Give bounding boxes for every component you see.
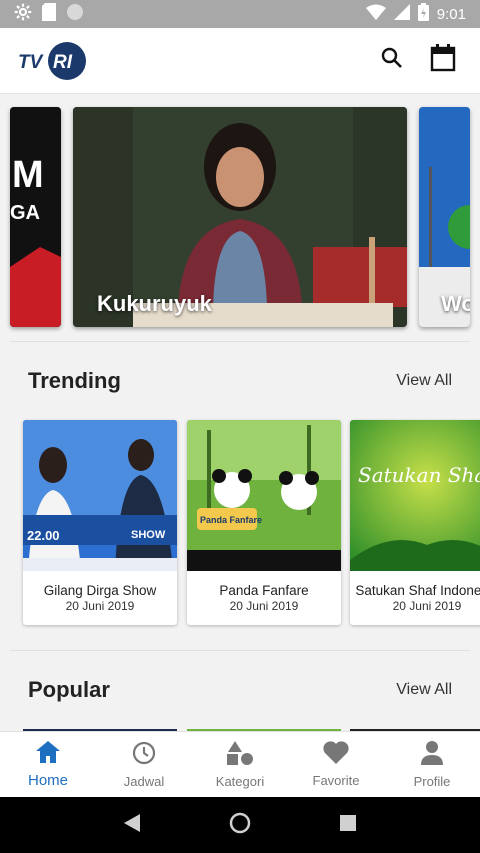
slide-prev-art: M GA xyxy=(10,107,61,327)
svg-text:RI: RI xyxy=(53,52,73,73)
home-icon xyxy=(36,740,60,768)
tvri-logo-graphic: TV RI xyxy=(18,41,86,80)
card-title: Satukan Shaf Indonesia xyxy=(355,583,480,598)
tvri-logo[interactable]: TV RI xyxy=(18,40,88,82)
popular-header: Popular View All xyxy=(0,651,480,729)
signal-icon xyxy=(393,4,410,24)
card-date: 20 Juni 2019 xyxy=(392,599,462,613)
status-left xyxy=(14,2,84,26)
trending-card[interactable]: Panda Fanfare Panda Fanfare 20 Juni 2019 xyxy=(187,420,341,625)
trending-card[interactable]: 22.00 SHOW Gilang Dirga Show 20 Juni 201… xyxy=(23,420,177,625)
thumb-time-text: 22.00 xyxy=(27,528,60,543)
back-icon[interactable] xyxy=(124,813,141,837)
thumb-badge-text: SHOW xyxy=(131,529,166,541)
bottom-navigation: Home Jadwal Kategori Favorite Profile xyxy=(0,731,480,797)
system-navigation-bar xyxy=(0,797,480,853)
nav-favorite[interactable]: Favorite xyxy=(288,732,384,797)
status-time: 9:01 xyxy=(436,5,466,23)
card-date: 20 Juni 2019 xyxy=(229,599,299,613)
card-date: 20 Juni 2019 xyxy=(65,599,135,613)
status-bar: 9:01 xyxy=(0,0,480,28)
trending-list[interactable]: 22.00 SHOW Gilang Dirga Show 20 Juni 201… xyxy=(0,420,480,650)
nav-profile-label: Profile xyxy=(413,773,451,789)
recents-icon[interactable] xyxy=(339,814,356,836)
carousel-slide-next[interactable]: Wo xyxy=(419,107,470,327)
trending-header: Trending View All xyxy=(0,342,480,420)
app-screen: 9:01 TV RI M GA Kukuruyuk Wo Trending Vi… xyxy=(0,0,480,853)
nav-jadwal-label: Jadwal xyxy=(123,773,165,789)
carousel-slide-prev[interactable]: M GA xyxy=(10,107,61,327)
nav-favorite-label: Favorite xyxy=(312,773,360,788)
nav-profile[interactable]: Profile xyxy=(384,732,480,797)
app-actions xyxy=(380,44,462,77)
calendar-icon[interactable] xyxy=(430,44,456,77)
shapes-icon xyxy=(227,740,253,770)
svg-text:GA: GA xyxy=(10,202,40,224)
nav-home-label: Home xyxy=(27,771,68,789)
thumb-satukan-text: Satukan Shaf Indonesia xyxy=(358,463,480,487)
circle-status-icon xyxy=(66,3,84,26)
nav-home[interactable]: Home xyxy=(0,732,96,797)
nav-kategori-label: Kategori xyxy=(215,773,265,789)
svg-text:TV: TV xyxy=(18,52,44,73)
search-icon[interactable] xyxy=(380,46,404,75)
card-thumbnail: Satukan Shaf Indonesia xyxy=(350,420,480,571)
status-right: 9:01 xyxy=(365,3,466,25)
svg-text:M: M xyxy=(12,154,44,196)
featured-carousel[interactable]: M GA Kukuruyuk Wo xyxy=(0,95,480,341)
battery-icon xyxy=(417,3,429,25)
person-icon xyxy=(421,740,443,770)
card-thumbnail: 22.00 SHOW xyxy=(23,420,177,571)
slide-title: Kukuruyuk xyxy=(97,291,212,316)
card-thumbnail: Panda Fanfare xyxy=(187,420,341,571)
sd-card-icon xyxy=(42,2,56,26)
wifi-icon xyxy=(365,4,386,24)
popular-title: Popular xyxy=(28,677,110,702)
home-content[interactable]: M GA Kukuruyuk Wo Trending View All 22.0… xyxy=(0,95,480,731)
nav-jadwal[interactable]: Jadwal xyxy=(96,732,192,797)
card-title: Panda Fanfare xyxy=(219,583,309,598)
popular-view-all-link[interactable]: View All xyxy=(396,681,452,699)
thumb-gilang-art: 22.00 SHOW xyxy=(23,420,177,571)
trending-title: Trending xyxy=(28,368,121,393)
thumb-satukan-art: Satukan Shaf Indonesia xyxy=(350,420,480,571)
thumb-panda-text: Panda Fanfare xyxy=(200,515,262,525)
carousel-slide-kukuruyuk[interactable]: Kukuruyuk xyxy=(73,107,407,327)
home-button-icon[interactable] xyxy=(229,812,251,839)
trending-view-all-link[interactable]: View All xyxy=(396,372,452,390)
settings-icon xyxy=(14,3,32,26)
card-title: Gilang Dirga Show xyxy=(43,583,157,598)
trending-card[interactable]: Satukan Shaf Indonesia Satukan Shaf Indo… xyxy=(350,420,480,625)
clock-icon xyxy=(132,741,156,770)
heart-icon xyxy=(323,741,349,769)
thumb-panda-art: Panda Fanfare xyxy=(187,420,341,571)
app-bar: TV RI xyxy=(0,28,480,94)
slide-title-next: Wo xyxy=(441,291,470,316)
nav-kategori[interactable]: Kategori xyxy=(192,732,288,797)
